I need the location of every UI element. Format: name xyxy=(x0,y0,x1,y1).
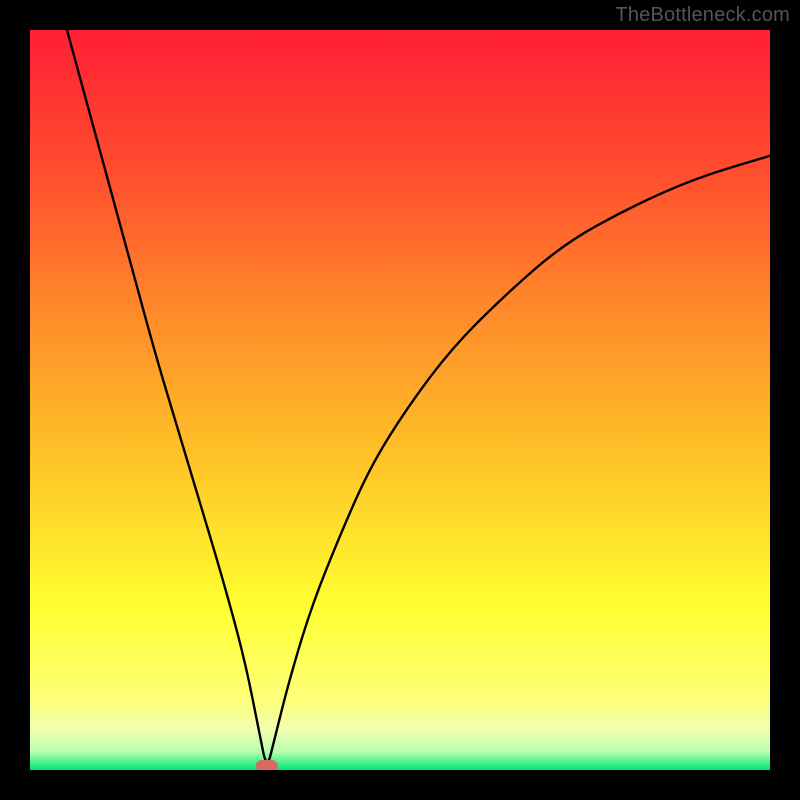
bottleneck-chart xyxy=(30,30,770,770)
chart-frame: TheBottleneck.com xyxy=(0,0,800,800)
watermark-text: TheBottleneck.com xyxy=(615,4,790,27)
optimal-marker xyxy=(256,760,278,770)
plot-area xyxy=(30,30,770,770)
gradient-background xyxy=(30,30,770,770)
